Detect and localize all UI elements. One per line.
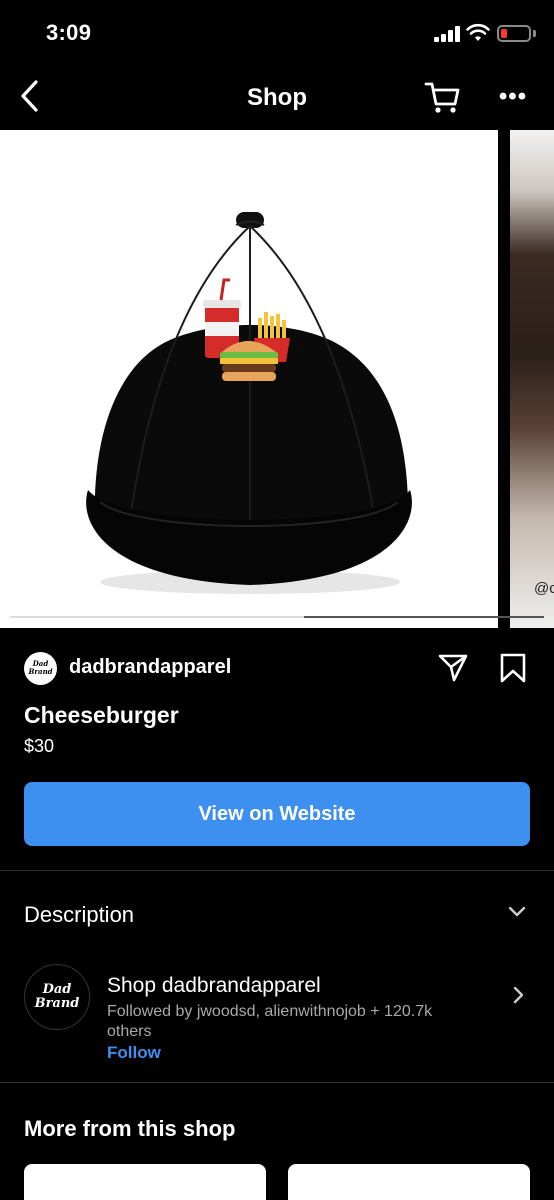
divider: [0, 1082, 554, 1083]
cart-icon[interactable]: [424, 80, 462, 116]
shop-avatar[interactable]: Dad Brand: [24, 652, 57, 685]
product-image[interactable]: [0, 130, 498, 628]
chevron-right-icon[interactable]: [508, 984, 528, 1006]
shop-name-link[interactable]: dadbrandapparel: [69, 656, 231, 679]
product-image-carousel[interactable]: @c: [0, 130, 554, 628]
shop-card-title[interactable]: Shop dadbrandapparel: [107, 974, 321, 998]
battery-level: [501, 29, 507, 38]
carousel-progress: [10, 616, 544, 618]
description-label: Description: [24, 902, 135, 927]
more-product-card[interactable]: [288, 1164, 530, 1200]
description-row[interactable]: Description: [0, 880, 554, 946]
page-title: Shop: [247, 84, 307, 111]
product-price: $30: [24, 736, 55, 756]
wifi-icon: [466, 23, 490, 41]
shop-followers-text: Followed by jwoodsd, alienwithnojob + 12…: [107, 1003, 433, 1040]
product-title: Cheeseburger: [24, 702, 179, 728]
more-from-shop-heading: More from this shop: [24, 1116, 236, 1141]
carousel-progress-fill: [10, 616, 304, 618]
cap-illustration: [86, 212, 412, 594]
status-bar: 3:09: [0, 0, 554, 66]
next-image-handle: @c: [534, 580, 554, 597]
cellular-signal-icon: [434, 26, 460, 42]
shop-row: Dad Brand dadbrandapparel: [24, 652, 534, 686]
battery-cap: [533, 30, 536, 37]
more-options-icon[interactable]: •••: [498, 82, 528, 112]
view-on-website-button[interactable]: View on Website: [24, 782, 530, 846]
nav-bar: Shop •••: [0, 66, 554, 130]
bookmark-icon[interactable]: [499, 652, 527, 684]
share-icon[interactable]: [437, 652, 469, 684]
status-time: 3:09: [46, 20, 92, 45]
chevron-down-icon[interactable]: [506, 900, 528, 922]
follow-button[interactable]: Follow: [107, 1043, 161, 1063]
divider: [0, 870, 554, 871]
battery-icon: [497, 25, 531, 42]
shop-logo[interactable]: Dad Brand: [24, 964, 90, 1030]
shop-card[interactable]: Dad Brand Shop dadbrandapparel Followed …: [0, 958, 554, 1082]
more-product-card[interactable]: [24, 1164, 266, 1200]
next-product-image-peek[interactable]: @c: [510, 130, 554, 628]
